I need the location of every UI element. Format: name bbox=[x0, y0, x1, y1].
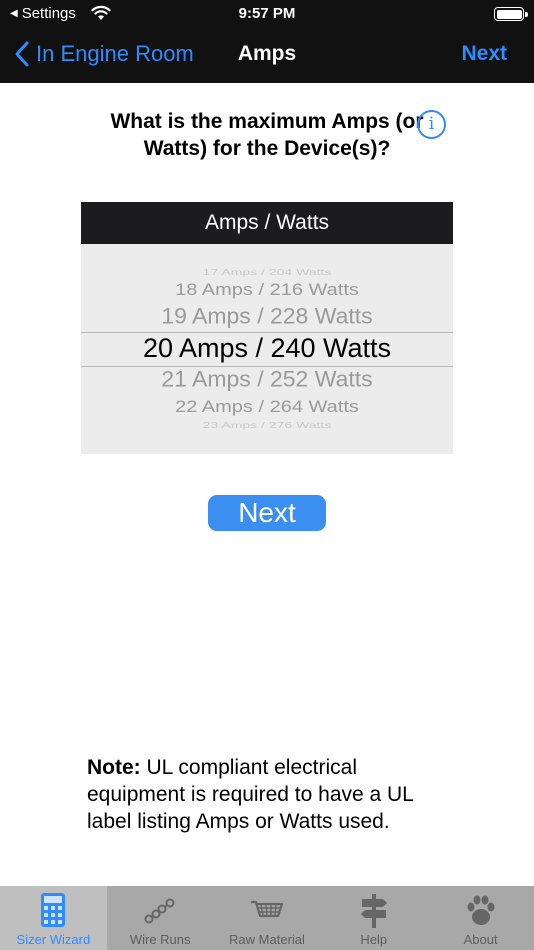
calculator-icon bbox=[41, 893, 66, 927]
info-circle-icon[interactable]: i bbox=[417, 110, 446, 139]
tab-wire-runs[interactable]: Wire Runs bbox=[107, 886, 214, 950]
tab-label: Raw Material bbox=[229, 932, 305, 947]
back-button-label: In Engine Room bbox=[36, 41, 194, 66]
picker-item[interactable]: 17 Amps / 204 Watts bbox=[81, 267, 453, 277]
tab-label: Wire Runs bbox=[129, 932, 191, 947]
picker-item[interactable]: 22 Amps / 264 Watts bbox=[81, 398, 453, 418]
picker-header: Amps / Watts bbox=[81, 202, 453, 244]
tab-raw-material[interactable]: Raw Material bbox=[214, 886, 321, 950]
ul-note: Note: UL compliant electrical equipment … bbox=[87, 754, 432, 835]
tab-label: About bbox=[463, 932, 498, 947]
nav-next-button[interactable]: Next bbox=[461, 42, 507, 66]
picker-item[interactable]: 19 Amps / 228 Watts bbox=[81, 304, 453, 330]
tab-bar: Sizer Wizard Wire Runs Raw Material Help bbox=[0, 886, 534, 950]
tab-help[interactable]: Help bbox=[320, 886, 427, 950]
picker-item-selected[interactable]: 20 Amps / 240 Watts bbox=[81, 333, 453, 364]
tab-label: Help bbox=[360, 932, 388, 947]
navigation-bar: In Engine Room Amps Next bbox=[0, 28, 534, 83]
tab-sizer-wizard[interactable]: Sizer Wizard bbox=[0, 886, 107, 950]
status-bar: ◀ Settings 9:57 PM bbox=[0, 0, 534, 28]
tab-about[interactable]: About bbox=[427, 886, 534, 950]
amps-picker[interactable]: 17 Amps / 204 Watts 18 Amps / 216 Watts … bbox=[81, 244, 453, 454]
question-text: What is the maximum Amps (or Watts) for … bbox=[110, 110, 424, 160]
battery-icon bbox=[494, 7, 528, 21]
tab-label: Sizer Wizard bbox=[16, 932, 91, 947]
wire-runs-icon bbox=[144, 898, 175, 924]
paw-icon bbox=[467, 895, 495, 925]
back-button[interactable]: In Engine Room bbox=[14, 40, 194, 68]
chevron-left-icon bbox=[15, 41, 29, 67]
status-time: 9:57 PM bbox=[238, 5, 296, 22]
next-button[interactable]: Next bbox=[208, 495, 326, 531]
picker-item[interactable]: 23 Amps / 276 Watts bbox=[81, 420, 453, 430]
picker-item[interactable]: 18 Amps / 216 Watts bbox=[81, 281, 453, 301]
note-label: Note: bbox=[87, 756, 141, 779]
signpost-icon bbox=[360, 894, 387, 928]
picker-item[interactable]: 21 Amps / 252 Watts bbox=[81, 367, 453, 393]
cart-icon bbox=[250, 900, 284, 918]
